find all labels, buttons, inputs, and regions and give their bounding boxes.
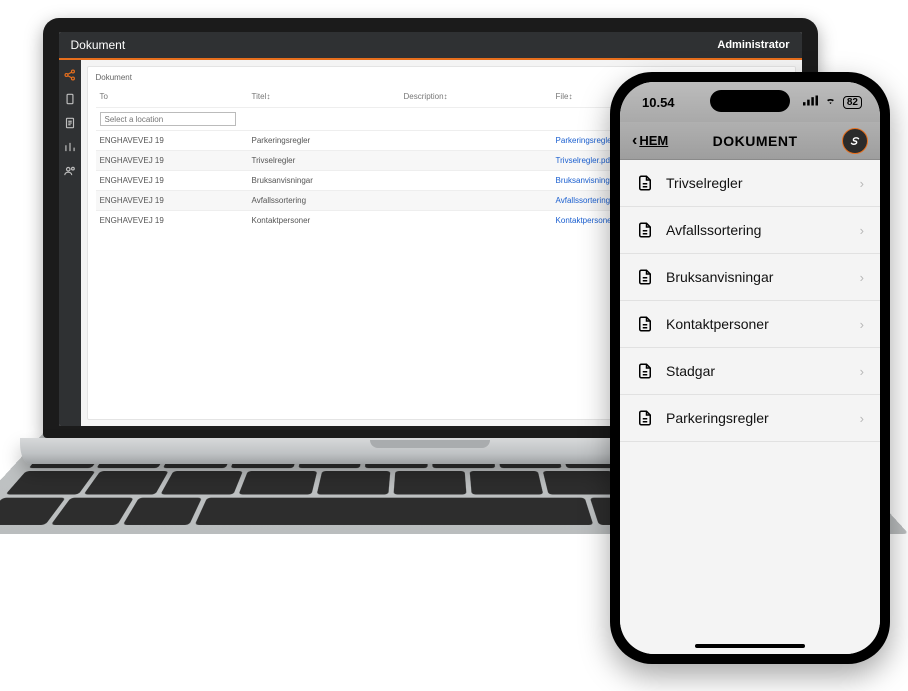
cell-desc	[400, 191, 552, 211]
cell-to: ENGHAVEVEJ 19	[96, 191, 248, 211]
cell-to: ENGHAVEVEJ 19	[96, 211, 248, 231]
doc-label: Kontaktpersoner	[666, 316, 848, 332]
cell-desc	[400, 211, 552, 231]
doc-label: Stadgar	[666, 363, 848, 379]
list-item[interactable]: Bruksanvisningar ›	[620, 254, 880, 301]
file-icon	[636, 268, 654, 286]
signal-icon	[803, 95, 818, 109]
app-logo[interactable]	[842, 128, 868, 154]
phone-screen: 10.54 82 ‹ HEM DOKUMENT	[620, 82, 880, 654]
cell-title: Trivselregler	[248, 151, 400, 171]
file-icon	[636, 221, 654, 239]
list-item[interactable]: Stadgar ›	[620, 348, 880, 395]
nav-device-icon[interactable]	[63, 92, 77, 106]
navbar: ‹ HEM DOKUMENT	[620, 122, 880, 160]
file-icon	[636, 362, 654, 380]
cell-desc	[400, 151, 552, 171]
file-icon	[636, 174, 654, 192]
file-link[interactable]: Trivselregler.pdf	[556, 156, 613, 165]
cell-to: ENGHAVEVEJ 19	[96, 151, 248, 171]
cell-title: Avfallssortering	[248, 191, 400, 211]
phone-mockup: 10.54 82 ‹ HEM DOKUMENT	[610, 72, 890, 664]
cell-to: ENGHAVEVEJ 19	[96, 171, 248, 191]
user-role-label[interactable]: Administrator	[717, 39, 789, 51]
file-icon	[636, 409, 654, 427]
cell-title: Kontaktpersoner	[248, 211, 400, 231]
chevron-left-icon: ‹	[632, 132, 637, 150]
chevron-right-icon: ›	[860, 223, 864, 238]
battery-indicator: 82	[843, 96, 862, 109]
back-button[interactable]: ‹ HEM	[632, 132, 668, 150]
doc-label: Bruksanvisningar	[666, 269, 848, 285]
back-label: HEM	[639, 133, 668, 148]
cell-title: Bruksanvisningar	[248, 171, 400, 191]
col-to[interactable]: To	[96, 88, 248, 108]
wifi-icon	[823, 95, 838, 109]
chevron-right-icon: ›	[860, 176, 864, 191]
cell-desc	[400, 171, 552, 191]
sidebar	[59, 60, 81, 426]
doc-label: Trivselregler	[666, 175, 848, 191]
chevron-right-icon: ›	[860, 364, 864, 379]
page-title: Dokument	[71, 38, 126, 52]
list-item[interactable]: Kontaktpersoner ›	[620, 301, 880, 348]
chevron-right-icon: ›	[860, 270, 864, 285]
status-time: 10.54	[642, 95, 675, 110]
doc-label: Avfallssortering	[666, 222, 848, 238]
chevron-right-icon: ›	[860, 317, 864, 332]
list-item[interactable]: Parkeringsregler ›	[620, 395, 880, 442]
app-header: Dokument Administrator	[59, 32, 802, 60]
home-indicator	[695, 644, 805, 648]
col-description[interactable]: Description↕	[400, 88, 552, 108]
documents-list: Trivselregler › Avfallssortering › Bruks…	[620, 160, 880, 654]
doc-label: Parkeringsregler	[666, 410, 848, 426]
list-item[interactable]: Trivselregler ›	[620, 160, 880, 207]
nav-share-icon[interactable]	[63, 68, 77, 82]
cell-title: Parkeringsregler	[248, 131, 400, 151]
file-icon	[636, 315, 654, 333]
nav-document-icon[interactable]	[63, 116, 77, 130]
location-filter-input[interactable]	[100, 112, 237, 126]
nav-title: DOKUMENT	[713, 133, 798, 149]
nav-users-icon[interactable]	[63, 164, 77, 178]
cell-to: ENGHAVEVEJ 19	[96, 131, 248, 151]
nav-chart-icon[interactable]	[63, 140, 77, 154]
chevron-right-icon: ›	[860, 411, 864, 426]
list-item[interactable]: Avfallssortering ›	[620, 207, 880, 254]
col-title[interactable]: Titel↕	[248, 88, 400, 108]
dynamic-island	[710, 90, 790, 112]
cell-desc	[400, 131, 552, 151]
